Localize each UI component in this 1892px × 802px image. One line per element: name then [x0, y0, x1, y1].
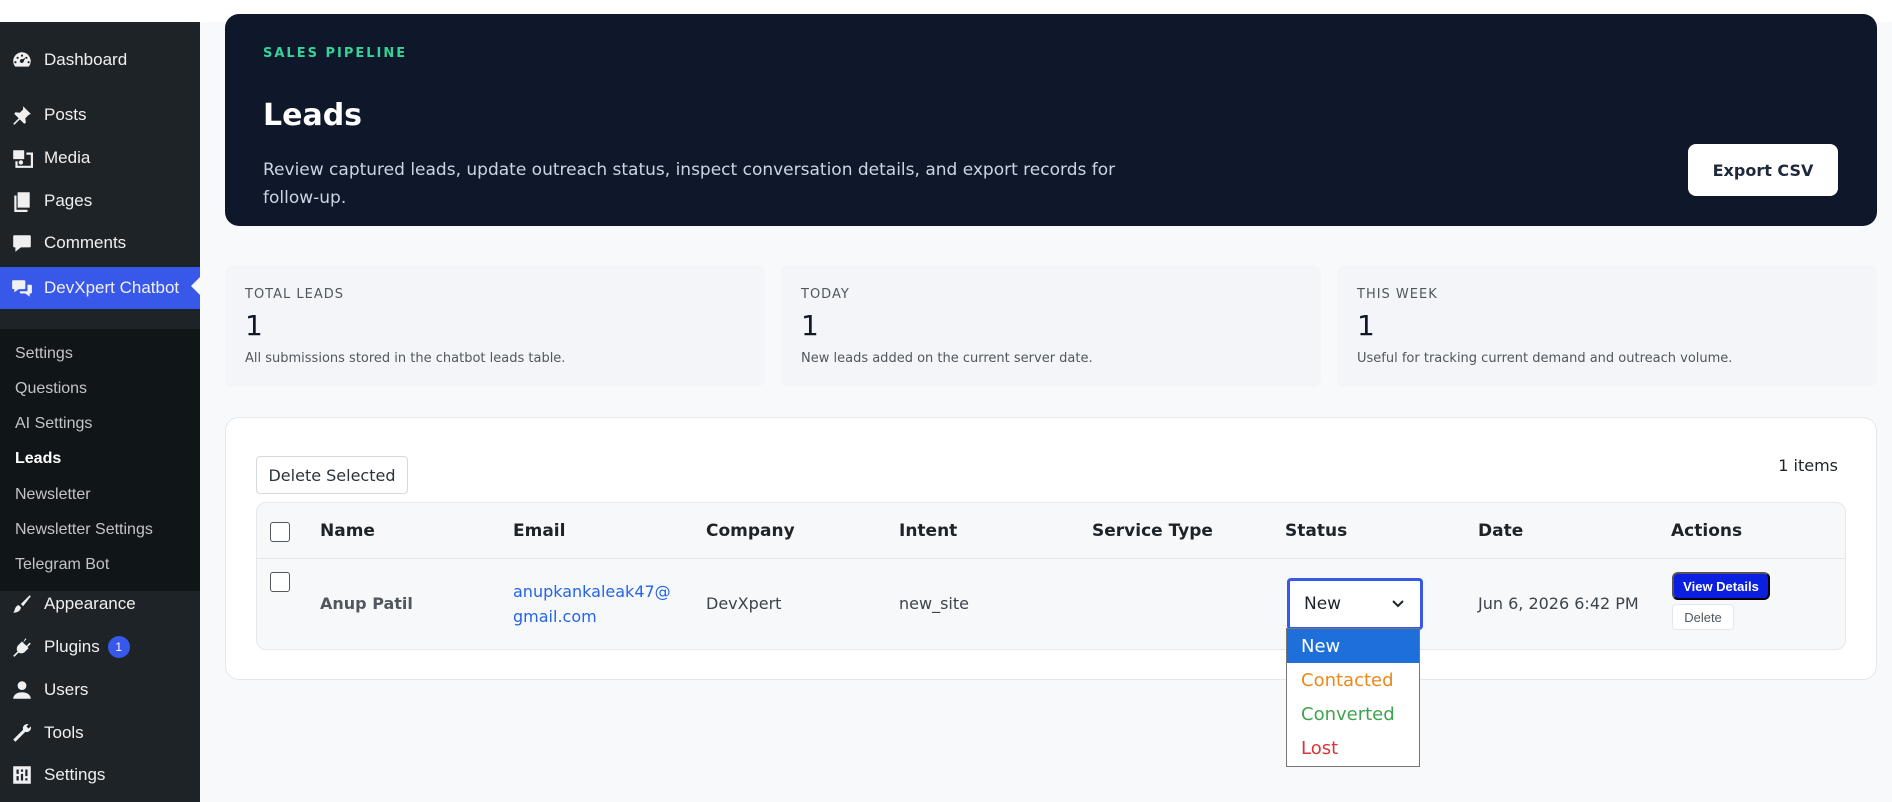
submenu-leads[interactable]: Leads — [15, 450, 61, 468]
chat-icon — [10, 276, 34, 300]
submenu-telegram-bot[interactable]: Telegram Bot — [15, 556, 109, 574]
submenu-settings[interactable]: Settings — [15, 345, 73, 363]
stat-card-total-leads: TOTAL LEADS 1 All submissions stored in … — [225, 265, 765, 387]
column-header-company[interactable]: Company — [706, 521, 795, 541]
column-header-date[interactable]: Date — [1478, 521, 1523, 541]
menu-users[interactable]: Users — [0, 671, 200, 709]
chatbot-submenu: Settings Questions AI Settings Leads New… — [0, 329, 200, 591]
column-header-status[interactable]: Status — [1285, 521, 1347, 541]
export-csv-button[interactable]: Export CSV — [1688, 144, 1838, 196]
menu-label: Users — [44, 680, 89, 699]
status-dropdown-list: New Contacted Converted Lost — [1286, 628, 1420, 767]
stat-label: THIS WEEK — [1357, 287, 1438, 302]
menu-label: DevXpert Chatbot — [44, 278, 180, 297]
column-header-email[interactable]: Email — [513, 521, 565, 541]
submenu-newsletter[interactable]: Newsletter — [15, 486, 91, 504]
stat-note: Useful for tracking current demand and o… — [1357, 351, 1733, 366]
pages-icon — [10, 189, 34, 213]
chevron-down-icon — [1392, 600, 1404, 608]
status-option-lost[interactable]: Lost — [1287, 731, 1419, 765]
leads-hero-banner: SALES PIPELINE Leads Review captured lea… — [225, 14, 1877, 226]
status-option-contacted[interactable]: Contacted — [1287, 663, 1419, 697]
menu-dashboard[interactable]: Dashboard — [0, 41, 200, 79]
column-header-service-type[interactable]: Service Type — [1092, 521, 1213, 541]
stat-card-today: TODAY 1 New leads added on the current s… — [781, 265, 1321, 387]
submenu-newsletter-settings[interactable]: Newsletter Settings — [15, 521, 153, 539]
hero-eyebrow: SALES PIPELINE — [263, 46, 408, 61]
lead-company: DevXpert — [706, 594, 782, 613]
column-header-actions: Actions — [1671, 521, 1743, 541]
user-icon — [10, 678, 34, 702]
submenu-questions[interactable]: Questions — [15, 380, 87, 398]
lead-intent: new_site — [899, 594, 969, 613]
menu-plugins[interactable]: Plugins 1 — [0, 628, 200, 666]
lead-date: Jun 6, 2026 6:42 PM — [1478, 594, 1639, 613]
menu-label: Settings — [44, 765, 106, 784]
leads-table: Name Email Company Intent Service Type S… — [256, 502, 1846, 650]
menu-media[interactable]: Media — [0, 139, 200, 177]
column-header-name[interactable]: Name — [320, 521, 375, 541]
media-icon — [10, 146, 34, 170]
lead-email-link-line2[interactable]: gmail.com — [513, 607, 597, 626]
menu-appearance[interactable]: Appearance — [0, 585, 200, 623]
menu-tools[interactable]: Tools — [0, 714, 200, 752]
stat-note: New leads added on the current server da… — [801, 351, 1093, 366]
menu-label: Plugins — [44, 637, 100, 656]
status-option-new[interactable]: New — [1287, 629, 1419, 663]
stat-card-this-week: THIS WEEK 1 Useful for tracking current … — [1337, 265, 1877, 387]
admin-sidebar: Dashboard Posts Media Pages Comments Dev… — [0, 22, 200, 802]
stat-value: 1 — [1357, 309, 1375, 342]
menu-label: Media — [44, 148, 91, 167]
stat-value: 1 — [801, 309, 819, 342]
menu-label: Comments — [44, 233, 127, 252]
sliders-icon — [10, 763, 34, 787]
status-select[interactable]: New — [1287, 578, 1423, 630]
items-count: 1 items — [1778, 456, 1838, 475]
stat-label: TODAY — [801, 287, 850, 302]
stat-note: All submissions stored in the chatbot le… — [245, 351, 566, 366]
leads-table-card: Delete Selected 1 items Name Email Compa… — [225, 417, 1877, 680]
menu-posts[interactable]: Posts — [0, 96, 200, 134]
stat-value: 1 — [245, 309, 263, 342]
menu-settings[interactable]: Settings — [0, 756, 200, 794]
pin-icon — [10, 103, 34, 127]
menu-pages[interactable]: Pages — [0, 182, 200, 220]
menu-label: Appearance — [44, 594, 136, 613]
brush-icon — [10, 592, 34, 616]
lead-name: Anup Patil — [320, 594, 413, 613]
table-header: Name Email Company Intent Service Type S… — [257, 503, 1845, 559]
page-title: Leads — [263, 98, 363, 133]
menu-label: Tools — [44, 723, 84, 742]
comments-icon — [10, 231, 34, 255]
dashboard-icon — [10, 48, 34, 72]
plug-icon — [10, 635, 34, 659]
stat-label: TOTAL LEADS — [245, 287, 344, 302]
menu-devxpert-chatbot[interactable]: DevXpert Chatbot — [0, 267, 200, 309]
menu-label: Posts — [44, 105, 87, 124]
menu-label: Dashboard — [44, 50, 128, 69]
hero-description: Review captured leads, update outreach s… — [263, 160, 1116, 208]
lead-email-link-line1[interactable]: anupkankaleak47@ — [513, 582, 671, 601]
status-select-value: New — [1304, 594, 1342, 614]
delete-selected-button[interactable]: Delete Selected — [256, 456, 408, 494]
status-option-converted[interactable]: Converted — [1287, 697, 1419, 731]
select-all-checkbox[interactable] — [270, 522, 290, 542]
view-details-button[interactable]: View Details — [1672, 572, 1770, 600]
row-checkbox[interactable] — [270, 572, 290, 592]
menu-label: Pages — [44, 191, 93, 210]
submenu-ai-settings[interactable]: AI Settings — [15, 415, 92, 433]
column-header-intent[interactable]: Intent — [899, 521, 957, 541]
wrench-icon — [10, 721, 34, 745]
menu-comments[interactable]: Comments — [0, 224, 200, 262]
plugins-update-badge: 1 — [107, 636, 130, 658]
delete-row-button[interactable]: Delete — [1672, 604, 1734, 630]
lead-email[interactable]: anupkankaleak47@ gmail.com — [513, 579, 671, 629]
